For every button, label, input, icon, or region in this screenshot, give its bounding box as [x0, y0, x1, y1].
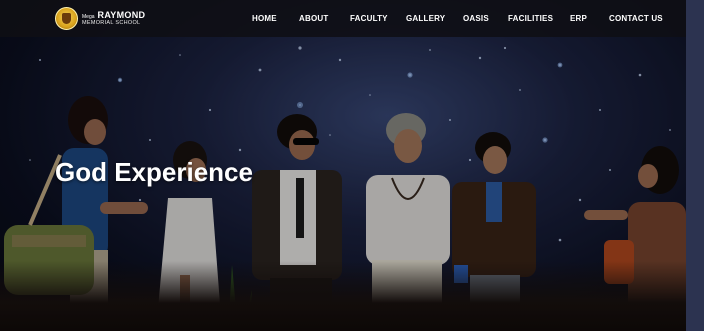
school-logo[interactable]: Mega RAYMOND MEMORIAL SCHOOL: [55, 7, 145, 30]
nav-facilities[interactable]: FACILITIES: [508, 14, 553, 23]
nav-about[interactable]: ABOUT: [299, 14, 328, 23]
top-navbar: Mega RAYMOND MEMORIAL SCHOOL HOME ABOUT …: [0, 0, 686, 37]
hero-title: God Experience: [55, 157, 253, 187]
nav-erp[interactable]: ERP: [570, 14, 587, 23]
logo-subtitle: MEMORIAL SCHOOL: [82, 19, 141, 26]
nav-home[interactable]: HOME: [252, 14, 277, 23]
logo-name: RAYMOND: [97, 9, 146, 20]
logo-text: Mega RAYMOND MEMORIAL SCHOOL: [82, 9, 146, 27]
logo-prefix: Mega: [82, 13, 95, 20]
school-crest-icon: [55, 7, 78, 30]
nav-gallery[interactable]: GALLERY: [406, 14, 445, 23]
hero-banner: God Experience: [0, 0, 704, 331]
nav-oasis[interactable]: OASIS: [463, 14, 489, 23]
nav-contact-us[interactable]: CONTACT US: [609, 14, 663, 23]
nav-faculty[interactable]: FACULTY: [350, 14, 388, 23]
page-right-edge: [686, 0, 704, 331]
